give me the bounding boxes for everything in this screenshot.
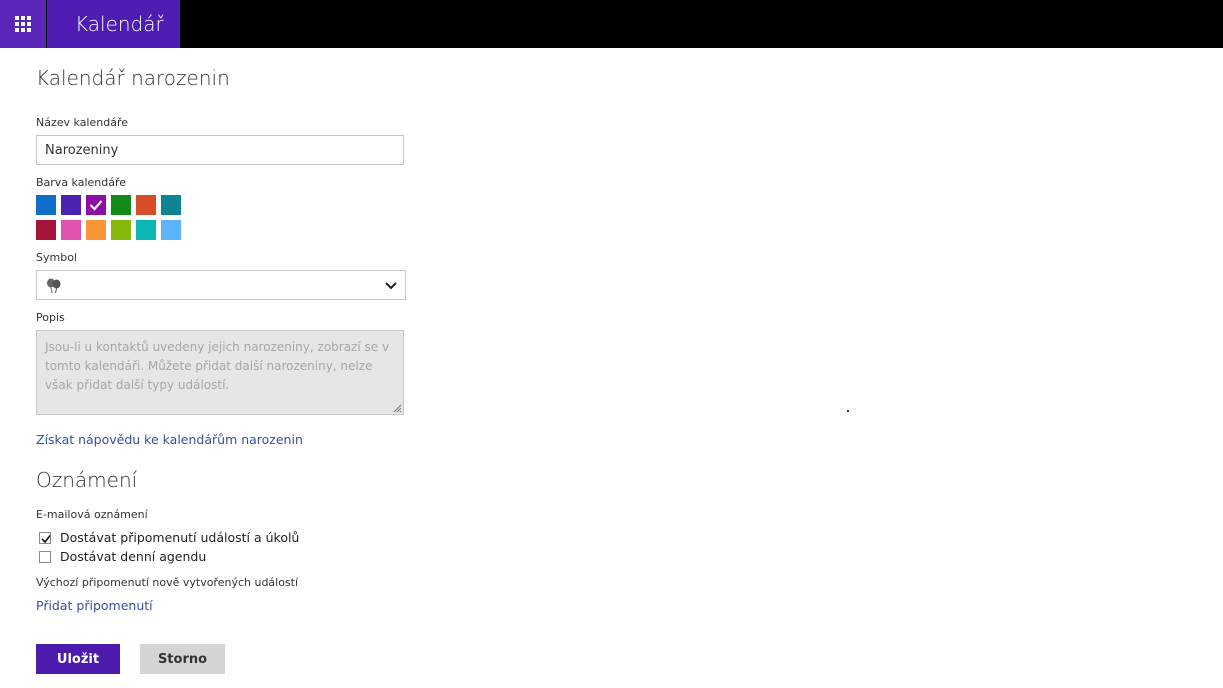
color-swatch[interactable] (86, 220, 106, 240)
reminders-label: Dostávat připomenutí událostí a úkolů (60, 530, 300, 545)
color-row (36, 220, 186, 240)
daily-agenda-option[interactable]: Dostávat denní agendu (39, 549, 206, 564)
app-launcher-button[interactable] (0, 0, 46, 48)
color-swatch[interactable] (61, 195, 81, 215)
description-text: Jsou-li u kontaktů uvedeny jejich naroze… (45, 340, 390, 392)
add-reminder-link[interactable]: Přidat připomenutí (36, 598, 153, 613)
email-notifications-label: E-mailová oznámení (36, 508, 148, 521)
color-swatch[interactable] (161, 220, 181, 240)
color-swatch[interactable] (36, 220, 56, 240)
reminders-checkbox[interactable] (39, 531, 51, 544)
page-title: Kalendář narozenin (36, 66, 230, 90)
calendar-color-label: Barva kalendáře (36, 176, 127, 189)
color-swatch[interactable] (86, 195, 106, 215)
color-swatch[interactable] (136, 220, 156, 240)
color-swatch[interactable] (161, 195, 181, 215)
stray-dot (847, 410, 849, 412)
cancel-button[interactable]: Storno (140, 644, 225, 674)
symbol-label: Symbol (36, 251, 77, 264)
app-title[interactable]: Kalendář (47, 0, 180, 48)
reminders-option[interactable]: Dostávat připomenutí událostí a úkolů (39, 530, 299, 545)
default-reminder-label: Výchozí připomenutí nově vytvořených udá… (36, 576, 299, 589)
description-textarea[interactable]: Jsou-li u kontaktů uvedeny jejich naroze… (36, 330, 404, 415)
color-swatch[interactable] (111, 195, 131, 215)
top-bar: Kalendář (0, 0, 1223, 48)
calendar-name-input[interactable] (36, 135, 404, 165)
color-swatch[interactable] (136, 195, 156, 215)
color-swatch[interactable] (36, 195, 56, 215)
color-picker (36, 195, 186, 245)
balloons-icon (47, 278, 61, 294)
chevron-down-icon (385, 282, 397, 290)
resize-grip-icon[interactable] (393, 404, 402, 413)
color-row (36, 195, 186, 215)
symbol-dropdown[interactable] (36, 270, 406, 300)
color-swatch[interactable] (61, 220, 81, 240)
save-button[interactable]: Uložit (36, 644, 120, 674)
daily-agenda-checkbox[interactable] (39, 550, 51, 563)
waffle-icon (15, 16, 31, 32)
birthday-calendar-help-link[interactable]: Získat nápovědu ke kalendářům narozenin (36, 432, 303, 447)
color-swatch[interactable] (111, 220, 131, 240)
daily-agenda-label: Dostávat denní agendu (60, 549, 207, 564)
checkmark-icon (89, 200, 103, 211)
notifications-title: Oznámení (36, 468, 138, 492)
description-label: Popis (36, 311, 65, 324)
calendar-name-label: Název kalendáře (36, 116, 129, 129)
checkmark-icon (41, 534, 51, 543)
